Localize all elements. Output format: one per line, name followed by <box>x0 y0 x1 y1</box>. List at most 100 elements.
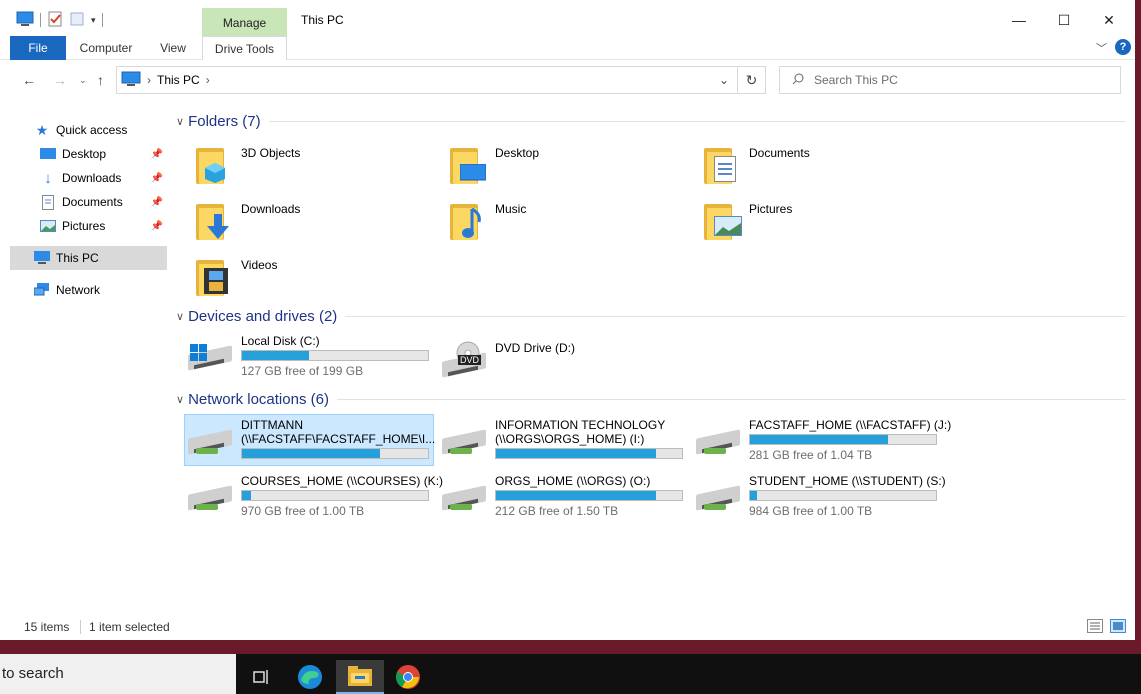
qat-separator <box>101 13 103 27</box>
edge-browser-icon[interactable] <box>286 660 334 694</box>
close-button[interactable]: ✕ <box>1086 8 1132 32</box>
maximize-button[interactable]: ☐ <box>1041 8 1087 32</box>
drive-usage-bar <box>495 448 683 459</box>
nav-documents[interactable]: Documents 📌 <box>10 190 167 214</box>
folder-desktop[interactable]: Desktop <box>450 146 539 186</box>
collapse-chevron-icon[interactable]: ∨ <box>176 393 184 406</box>
pin-icon[interactable]: 📌 <box>151 197 163 208</box>
address-bar[interactable]: › This PC › ⌄ <box>116 66 738 94</box>
recent-locations-icon[interactable]: ⌄ <box>79 70 87 90</box>
pin-icon[interactable]: 📌 <box>151 173 163 184</box>
help-icon[interactable]: ? <box>1115 39 1131 55</box>
desktop-icon <box>40 146 56 162</box>
refresh-button[interactable]: ↻ <box>738 66 766 94</box>
nav-network-label: Network <box>56 283 101 297</box>
devices-section-header[interactable]: ∨ Devices and drives (2) <box>176 307 1126 325</box>
music-folder-icon <box>450 202 486 242</box>
drive-usage-bar <box>749 434 937 445</box>
status-item-count: 15 items <box>24 620 70 634</box>
network-drive-facstaff-j[interactable]: FACSTAFF_HOME (\\FACSTAFF) (J:) 281 GB f… <box>694 418 951 462</box>
drive-free-space: 970 GB free of 1.00 TB <box>241 504 365 518</box>
network-drive-dittmann[interactable]: DITTMANN (\\FACSTAFF\FACSTAFF_HOME\I... <box>186 418 435 462</box>
properties-icon[interactable] <box>47 11 63 30</box>
network-drive-icon <box>440 474 486 511</box>
large-icons-view-icon[interactable] <box>1110 619 1126 636</box>
drive-local-disk-c[interactable]: Local Disk (C:) 127 GB free of 199 GB <box>186 334 429 378</box>
nav-desktop[interactable]: Desktop 📌 <box>10 142 167 166</box>
explorer-window: ▾ Manage This PC — ☐ ✕ File Computer Vie… <box>0 0 1141 640</box>
tab-file[interactable]: File <box>10 36 66 60</box>
minimize-button[interactable]: — <box>996 8 1042 32</box>
folders-section-header[interactable]: ∨ Folders (7) <box>176 112 1126 130</box>
forward-arrow-icon[interactable]: → <box>53 70 67 90</box>
computer-icon[interactable] <box>16 11 34 30</box>
tab-view[interactable]: View <box>152 36 194 60</box>
network-drive-icon <box>694 418 740 455</box>
downloads-folder-icon <box>196 202 232 242</box>
folder-pictures[interactable]: Pictures <box>704 202 792 242</box>
drive-usage-bar <box>241 490 429 501</box>
network-icon <box>34 282 50 298</box>
customize-qat-icon[interactable]: ▾ <box>91 15 96 26</box>
drive-free-space: 212 GB free of 1.50 TB <box>495 504 619 518</box>
drive-info: INFORMATION TECHNOLOGY (\\ORGS\ORGS_HOME… <box>495 418 683 462</box>
drive-usage-bar <box>241 350 429 361</box>
breadcrumb-this-pc[interactable]: This PC <box>157 73 200 87</box>
nav-pictures[interactable]: Pictures 📌 <box>10 214 167 238</box>
address-dropdown-icon[interactable]: ⌄ <box>719 73 729 87</box>
drive-free-space: 127 GB free of 199 GB <box>241 364 364 378</box>
pin-icon[interactable]: 📌 <box>151 221 163 232</box>
network-drive-courses-k[interactable]: COURSES_HOME (\\COURSES) (K:) 970 GB fre… <box>186 474 443 518</box>
collapse-chevron-icon[interactable]: ∨ <box>176 115 184 128</box>
folder-music[interactable]: Music <box>450 202 526 242</box>
collapse-chevron-icon[interactable]: ∨ <box>176 310 184 323</box>
network-section-header[interactable]: ∨ Network locations (6) <box>176 390 1126 408</box>
folder-label: Documents <box>749 146 810 160</box>
expand-ribbon-icon[interactable]: ﹀ <box>1096 40 1107 56</box>
windows-drive-icon <box>186 334 232 371</box>
star-icon: ★ <box>35 121 49 138</box>
folder-3d-objects[interactable]: 3D Objects <box>196 146 300 186</box>
network-drive-icon <box>440 418 486 455</box>
up-arrow-icon[interactable]: ↑ <box>97 70 104 90</box>
task-view-icon[interactable] <box>236 660 284 694</box>
window-title: This PC <box>301 13 344 27</box>
breadcrumb-chevron-icon: › <box>147 73 151 87</box>
folder-label: Desktop <box>495 146 540 160</box>
back-arrow-icon[interactable]: ← <box>22 70 36 90</box>
details-view-icon[interactable] <box>1087 619 1103 636</box>
drive-path: (\\ORGS\ORGS_HOME) (I:) <box>495 432 645 446</box>
file-explorer-icon[interactable] <box>336 660 384 694</box>
network-drive-student-s[interactable]: STUDENT_HOME (\\STUDENT) (S:) 984 GB fre… <box>694 474 946 518</box>
section-divider <box>345 315 1126 317</box>
folder-documents[interactable]: Documents <box>704 146 810 186</box>
this-pc-icon <box>121 71 141 90</box>
chrome-browser-icon[interactable] <box>384 660 432 694</box>
nav-quick-access[interactable]: ★ Quick access <box>10 118 167 142</box>
document-icon <box>40 194 56 210</box>
tab-computer[interactable]: Computer <box>72 36 140 60</box>
network-drive-orgs-o[interactable]: ORGS_HOME (\\ORGS) (O:) 212 GB free of 1… <box>440 474 683 518</box>
folder-label: Music <box>495 202 527 216</box>
folder-downloads[interactable]: Downloads <box>196 202 300 242</box>
drive-usage-bar <box>749 490 937 501</box>
drive-dvd-d[interactable]: DVD DVD Drive (D:) <box>440 341 575 378</box>
taskbar-search-box[interactable]: to search <box>0 654 236 694</box>
network-drive-icon <box>694 474 740 511</box>
pin-icon[interactable]: 📌 <box>151 149 163 160</box>
folder-videos[interactable]: Videos <box>196 258 277 298</box>
videos-folder-icon <box>196 258 232 298</box>
tab-drive-tools[interactable]: Drive Tools <box>202 36 287 60</box>
nav-this-pc[interactable]: This PC <box>10 246 167 270</box>
new-folder-icon[interactable] <box>69 11 85 30</box>
download-arrow-icon: ↓ <box>44 169 52 187</box>
nav-downloads[interactable]: ↓ Downloads 📌 <box>10 166 167 190</box>
search-placeholder: Search This PC <box>814 73 898 87</box>
search-box[interactable]: Search This PC <box>779 66 1121 94</box>
network-drive-information-technology[interactable]: INFORMATION TECHNOLOGY (\\ORGS\ORGS_HOME… <box>440 418 683 462</box>
drive-label: STUDENT_HOME (\\STUDENT) (S:) <box>749 474 946 488</box>
search-icon <box>792 73 804 88</box>
folder-label: Downloads <box>241 202 301 216</box>
drive-label: DITTMANN <box>241 418 303 432</box>
nav-network[interactable]: Network <box>10 278 167 302</box>
